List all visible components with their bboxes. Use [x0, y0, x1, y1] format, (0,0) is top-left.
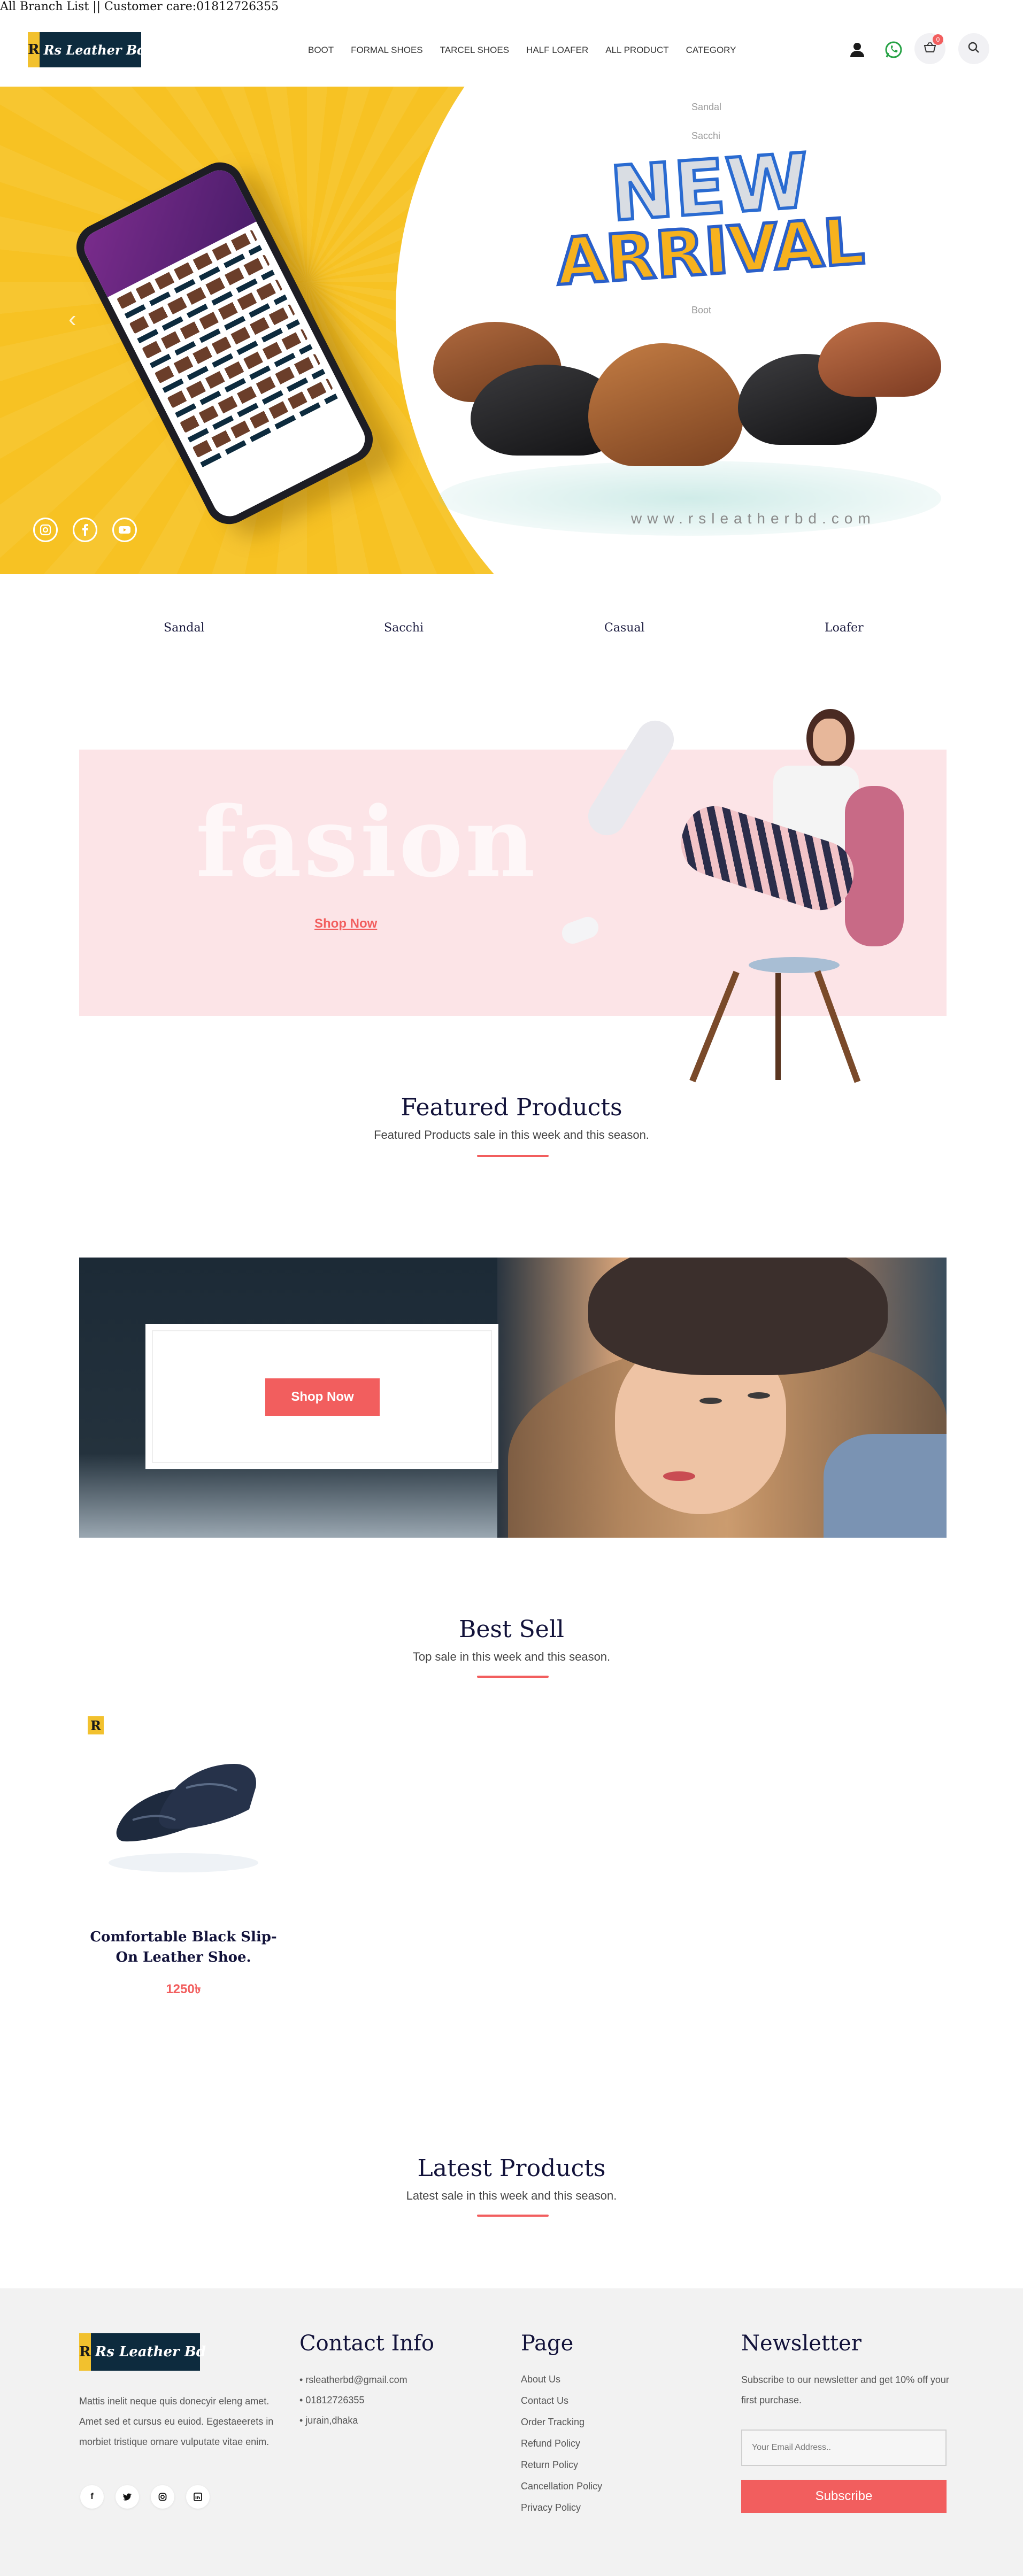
footer-logo-mark: R: [79, 2333, 91, 2371]
fashion-shop-now-link[interactable]: Shop Now: [314, 916, 377, 931]
logo-text: Rs Leather Bd: [43, 42, 146, 58]
linkedin-icon[interactable]: [186, 2485, 210, 2509]
nav-all-product[interactable]: ALL PRODUCT: [605, 45, 668, 56]
cart-count-badge: 0: [933, 34, 943, 45]
category-dropdown-item-boot[interactable]: Boot: [691, 305, 711, 316]
user-icon[interactable]: [845, 37, 870, 62]
footer-contact-title: Contact Info: [299, 2331, 435, 2356]
logo-mark: R: [28, 32, 40, 67]
newsletter-subscribe-button[interactable]: Subscribe: [741, 2480, 947, 2513]
hero-title-line2: ARRIVAL: [552, 203, 868, 302]
site-header: R Rs Leather Bd BOOT FORMAL SHOES TARCEL…: [0, 21, 1023, 80]
footer-link-privacy-policy[interactable]: Privacy Policy: [521, 2497, 602, 2518]
top-announcement-bar: All Branch List || Customer care:0181272…: [0, 0, 279, 13]
category-casual[interactable]: Casual: [604, 621, 645, 635]
footer-contact-phone[interactable]: • 01812726355: [299, 2390, 407, 2410]
category-sacchi[interactable]: Sacchi: [384, 621, 424, 635]
footer-newsletter-text: Subscribe to our newsletter and get 10% …: [741, 2374, 949, 2405]
footer-link-refund-policy[interactable]: Refund Policy: [521, 2433, 602, 2454]
twitter-icon[interactable]: [116, 2485, 139, 2509]
product-name[interactable]: Comfortable Black Slip-On Leather Shoe.: [79, 1927, 288, 1968]
featured-divider: [477, 1155, 549, 1157]
search-button[interactable]: [958, 33, 989, 64]
whatsapp-icon[interactable]: [881, 37, 906, 62]
facebook-icon[interactable]: f: [80, 2485, 104, 2509]
hero-title: NEW ARRIVAL: [552, 136, 868, 302]
site-footer: R Rs Leather Bd Mattis inelit neque quis…: [0, 2288, 1023, 2576]
product-image[interactable]: [101, 1750, 266, 1879]
instagram-icon[interactable]: [33, 518, 58, 542]
nav-boot[interactable]: BOOT: [308, 45, 334, 56]
category-loafer[interactable]: Loafer: [825, 621, 864, 635]
nav-tarcel-shoes[interactable]: TARCEL SHOES: [440, 45, 509, 56]
facebook-icon[interactable]: [73, 518, 97, 542]
product-brand-badge: R: [88, 1716, 104, 1734]
product-price: 1250৳: [166, 1982, 201, 1996]
hero-slider: NEW ARRIVAL Sandal Sacchi Boot ‹ www.rsl…: [0, 87, 1023, 574]
footer-page-title: Page: [521, 2331, 574, 2356]
promo-model-image: [497, 1258, 947, 1538]
category-dropdown-item-sacchi[interactable]: Sacchi: [691, 130, 720, 142]
footer-newsletter-title: Newsletter: [741, 2331, 862, 2356]
nav-category[interactable]: CATEGORY: [686, 45, 736, 56]
site-logo[interactable]: R Rs Leather Bd: [28, 32, 146, 67]
footer-contact-address: • jurain,dhaka: [299, 2415, 358, 2426]
newsletter-email-input[interactable]: [741, 2430, 947, 2466]
footer-link-return-policy[interactable]: Return Policy: [521, 2454, 602, 2475]
promo-shop-now-button[interactable]: Shop Now: [265, 1378, 380, 1416]
hero-prev-arrow[interactable]: ‹: [68, 306, 76, 333]
instagram-icon[interactable]: [151, 2485, 174, 2509]
nav-formal-shoes[interactable]: FORMAL SHOES: [351, 45, 422, 56]
category-sandal[interactable]: Sandal: [164, 621, 205, 635]
product-card[interactable]: R Comfortable Black Slip-On Leather Shoe…: [79, 1701, 288, 2001]
nav-half-loafer[interactable]: HALF LOAFER: [526, 45, 588, 56]
footer-contact-list: • rsleatherbd@gmail.com • 01812726355 • …: [299, 2370, 407, 2431]
search-icon: [967, 41, 981, 57]
best-sell-divider: [477, 1676, 549, 1678]
latest-subtitle: Latest sale in this week and this season…: [406, 2189, 617, 2202]
featured-subtitle: Featured Products sale in this week and …: [374, 1128, 649, 1142]
promo-banner: Shop Now: [79, 1258, 947, 1538]
featured-title: Featured Products: [401, 1094, 622, 1121]
footer-contact-email[interactable]: • rsleatherbd@gmail.com: [299, 2370, 407, 2390]
hero-url-text: www.rsleatherbd.com: [631, 510, 876, 527]
footer-link-cancellation-policy[interactable]: Cancellation Policy: [521, 2475, 602, 2497]
youtube-icon[interactable]: [112, 518, 137, 542]
footer-logo-text: Rs Leather Bd: [95, 2344, 206, 2360]
footer-link-order-tracking[interactable]: Order Tracking: [521, 2411, 602, 2433]
fashion-bg-word: fasion: [196, 786, 537, 899]
best-sell-title: Best Sell: [459, 1616, 564, 1643]
category-dropdown-item-sandal[interactable]: Sandal: [691, 102, 721, 113]
footer-logo[interactable]: R Rs Leather Bd: [79, 2333, 206, 2371]
best-sell-subtitle: Top sale in this week and this season.: [412, 1650, 611, 1663]
footer-link-about-us[interactable]: About Us: [521, 2369, 602, 2390]
latest-title: Latest Products: [417, 2155, 606, 2182]
footer-about-text: Mattis inelit neque quis donecyir eleng …: [79, 2396, 274, 2447]
footer-page-links: About Us Contact Us Order Tracking Refun…: [521, 2369, 602, 2518]
cart-button[interactable]: 0: [914, 33, 945, 64]
latest-divider: [477, 2215, 549, 2217]
footer-link-contact-us[interactable]: Contact Us: [521, 2390, 602, 2411]
main-nav: BOOT FORMAL SHOES TARCEL SHOES HALF LOAF…: [308, 45, 753, 56]
